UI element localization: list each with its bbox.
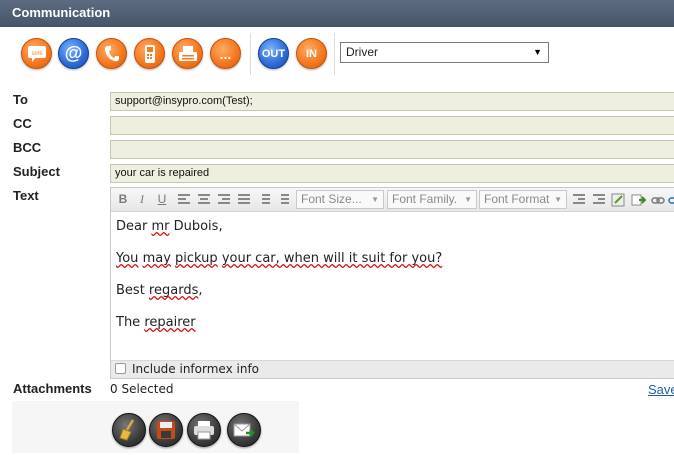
subject-label: Subject xyxy=(13,164,60,179)
chevron-down-icon: ▼ xyxy=(464,195,472,204)
ordered-list-icon[interactable] xyxy=(258,194,270,206)
text-label: Text xyxy=(13,188,39,203)
toolbar-divider xyxy=(250,33,251,75)
body-line-2: You may pickup your car, when will it su… xyxy=(116,251,443,266)
out-button[interactable]: OUT xyxy=(258,38,289,69)
unordered-list-icon[interactable] xyxy=(277,194,289,206)
align-right-icon[interactable] xyxy=(218,194,230,206)
align-justify-icon[interactable] xyxy=(238,194,250,206)
chevron-down-icon: ▼ xyxy=(371,195,379,204)
phone-icon xyxy=(104,45,119,61)
insert-image-icon[interactable] xyxy=(631,193,646,207)
save-link[interactable]: Save xyxy=(648,382,674,397)
sms-button[interactable]: sms xyxy=(21,38,52,69)
dropdown-arrow-icon: ▼ xyxy=(533,47,542,57)
fax-button[interactable] xyxy=(172,38,203,69)
clear-button[interactable] xyxy=(112,413,146,447)
email-button[interactable]: @ xyxy=(58,38,89,69)
more-button[interactable]: ... xyxy=(210,38,241,69)
align-center-icon[interactable] xyxy=(198,194,210,206)
font-size-select[interactable]: Font Size... ▼ xyxy=(296,190,384,209)
editor-toolbar: B I U Font Size... ▼ Font Family. ▼ Font… xyxy=(111,188,674,212)
include-informex-checkbox[interactable] xyxy=(115,363,126,374)
toolbar-divider xyxy=(334,33,335,75)
mobile-phone-icon xyxy=(144,44,155,63)
channel-toolbar: sms @ ... OUT IN xyxy=(0,27,674,79)
chevron-down-icon: ▼ xyxy=(554,195,562,204)
link-icon[interactable] xyxy=(651,193,666,207)
outdent-icon[interactable] xyxy=(573,194,585,206)
subject-field[interactable]: your car is repaired xyxy=(110,164,674,183)
send-mail-button[interactable] xyxy=(227,413,261,447)
in-button[interactable]: IN xyxy=(296,38,327,69)
broom-icon xyxy=(119,419,135,441)
message-editor: B I U Font Size... ▼ Font Family. ▼ Font… xyxy=(110,187,674,379)
align-left-icon[interactable] xyxy=(178,194,190,206)
unlink-icon[interactable] xyxy=(668,193,674,207)
font-family-select[interactable]: Font Family. ▼ xyxy=(387,190,477,209)
window-title: Communication xyxy=(12,5,111,20)
body-line-4: The repairer xyxy=(116,315,196,330)
bcc-label: BCC xyxy=(13,140,42,155)
include-informex-label: Include informex info xyxy=(132,362,260,376)
printer-icon xyxy=(194,421,214,440)
include-informex-row: Include informex info xyxy=(111,360,674,378)
bold-button[interactable]: B xyxy=(116,192,130,206)
cc-label: CC xyxy=(13,116,32,131)
body-line-1: Dear mr Dubois, xyxy=(116,219,223,234)
print-button[interactable] xyxy=(187,413,221,447)
envelope-icon xyxy=(233,423,255,437)
ellipsis-icon: ... xyxy=(219,45,232,62)
role-select-value: Driver xyxy=(346,45,378,59)
floppy-disk-icon xyxy=(157,421,175,439)
underline-button[interactable]: U xyxy=(155,192,169,206)
body-line-3: Best regards, xyxy=(116,283,203,298)
sms-icon: sms xyxy=(27,45,46,62)
svg-text:sms: sms xyxy=(31,51,42,57)
cc-field[interactable] xyxy=(110,116,674,135)
bcc-field[interactable] xyxy=(110,140,674,159)
edit-html-icon[interactable] xyxy=(611,193,626,207)
window-title-bar: Communication xyxy=(0,0,674,27)
attachments-count: 0 Selected xyxy=(110,382,174,396)
role-select[interactable]: Driver ▼ xyxy=(340,42,549,63)
font-format-select[interactable]: Font Format ▼ xyxy=(479,190,567,209)
save-attachment-button[interactable] xyxy=(149,413,183,447)
fax-icon xyxy=(178,45,197,61)
attachments-label: Attachments xyxy=(13,381,92,396)
mobile-button[interactable] xyxy=(134,38,165,69)
italic-button[interactable]: I xyxy=(135,192,149,207)
to-field[interactable]: support@insypro.com(Test); xyxy=(110,92,674,111)
message-body[interactable]: Dear mr Dubois, You may pickup your car,… xyxy=(111,212,674,361)
at-icon: @ xyxy=(64,43,83,63)
indent-icon[interactable] xyxy=(593,194,605,206)
phone-button[interactable] xyxy=(96,38,127,69)
to-label: To xyxy=(13,92,28,107)
